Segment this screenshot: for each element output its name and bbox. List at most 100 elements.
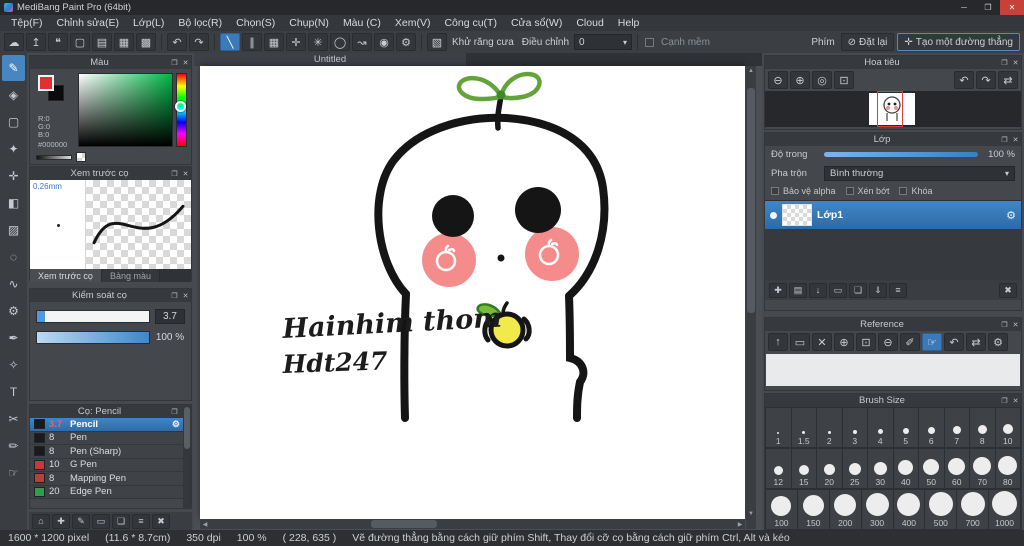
gear-icon[interactable]: ⚙ (1006, 209, 1016, 222)
value-mini-slider[interactable] (36, 154, 72, 160)
ref-eyedropper-icon[interactable]: ✐ (900, 333, 920, 351)
publish-icon[interactable]: ↥ (26, 33, 46, 51)
delete-brush-icon[interactable]: ✖ (152, 513, 170, 529)
snap-curve-icon[interactable]: ↝ (352, 33, 372, 51)
ellipse-select-tool[interactable]: ◌ (2, 244, 25, 270)
pixel-grid-icon[interactable]: ▩ (136, 33, 156, 51)
ref-zoom-out-icon[interactable]: ⊖ (878, 333, 898, 351)
menu-chinh-sua[interactable]: Chỉnh sửa(E) (50, 15, 126, 31)
brush-size-option[interactable]: 8 (970, 408, 995, 447)
ref-hand-icon[interactable]: ☞ (922, 333, 942, 351)
lock-checkbox[interactable] (899, 187, 908, 195)
canvas[interactable]: Hainhim thom Hdt247 (200, 66, 745, 519)
move-layer-down-icon[interactable]: ↓ (809, 282, 827, 298)
menu-tep[interactable]: Tệp(F) (4, 15, 50, 31)
navigator-viewport-rect[interactable] (877, 91, 903, 127)
lasso-tool[interactable]: ∿ (2, 271, 25, 297)
transparency-icon[interactable] (76, 152, 86, 162)
brush-size-option[interactable]: 6 (919, 408, 944, 447)
brush-row[interactable]: 10 G Pen (30, 458, 183, 472)
brush-size-option[interactable]: 50 (919, 449, 944, 488)
close-icon[interactable]: ✕ (180, 290, 191, 301)
brush-folder-icon[interactable]: ▭ (92, 513, 110, 529)
close-icon[interactable]: ✕ (180, 57, 191, 68)
fill-tool[interactable]: ◧ (2, 190, 25, 216)
popout-icon[interactable]: ❐ (999, 319, 1010, 330)
adjust-select[interactable]: 0 ▾ (574, 34, 633, 50)
blend-mode-select[interactable]: Bình thường ▾ (824, 166, 1015, 181)
create-line-button[interactable]: ✛ Tạo một đường thẳng (897, 33, 1020, 51)
brush-size-option[interactable]: 3 (842, 408, 867, 447)
add-layer-icon[interactable]: ✚ (769, 282, 787, 298)
ref-fit-icon[interactable]: ⊡ (856, 333, 876, 351)
brush-menu-icon[interactable]: ≡ (132, 513, 150, 529)
popout-icon[interactable]: ❐ (169, 290, 180, 301)
select-tool[interactable]: ▢ (2, 109, 25, 135)
brush-size-option[interactable]: 20 (817, 449, 842, 488)
brush-size-option[interactable]: 12 (766, 449, 791, 488)
horizontal-scroll-thumb[interactable] (371, 520, 437, 528)
foreground-color-swatch[interactable] (38, 75, 54, 91)
rotate-left-icon[interactable]: ↶ (954, 71, 974, 89)
brush-size-option[interactable]: 4 (868, 408, 893, 447)
flip-icon[interactable]: ⇄ (998, 71, 1018, 89)
brush-opacity-slider[interactable] (36, 331, 150, 344)
clipping-checkbox[interactable] (845, 187, 854, 195)
popout-icon[interactable]: ❐ (169, 57, 180, 68)
zoom-out-icon[interactable]: ⊖ (768, 71, 788, 89)
brush-row[interactable]: 8 Pen (Sharp) (30, 445, 183, 459)
brush-size-option[interactable]: 1 (766, 408, 791, 447)
magic-wand-tool[interactable]: ✦ (2, 136, 25, 162)
brush-size-option[interactable]: 80 (995, 449, 1020, 488)
brush-size-option[interactable]: 1000 (989, 490, 1020, 529)
move-tool[interactable]: ✛ (2, 163, 25, 189)
brush-size-option[interactable]: 500 (925, 490, 957, 529)
layer-folder-icon[interactable]: ▭ (829, 282, 847, 298)
duplicate-brush-icon[interactable]: ❏ (112, 513, 130, 529)
brush-size-option[interactable]: 70 (970, 449, 995, 488)
menu-cloud[interactable]: Cloud (569, 15, 610, 31)
ref-zoom-in-icon[interactable]: ⊕ (834, 333, 854, 351)
brush-row[interactable]: 3.7 Pencil ⚙ (30, 418, 183, 432)
brush-size-option[interactable]: 25 (842, 449, 867, 488)
scroll-left-icon[interactable]: ◀ (200, 519, 210, 529)
layer-visibility-icon[interactable] (770, 211, 777, 219)
ref-close-icon[interactable]: ✕ (812, 333, 832, 351)
menu-cua-so[interactable]: Cửa sổ(W) (504, 15, 569, 31)
gear-icon[interactable]: ⚙ (172, 419, 180, 430)
minimize-button[interactable]: ─ (952, 0, 976, 15)
snap-focus-icon[interactable]: ◉ (374, 33, 394, 51)
scissors-tool[interactable]: ✂ (2, 406, 25, 432)
menu-mau[interactable]: Màu (C) (336, 15, 388, 31)
brush-list-scrollbar[interactable] (183, 405, 191, 508)
snap-parallel-icon[interactable]: ∥ (242, 33, 262, 51)
snap-cross-icon[interactable]: ✛ (286, 33, 306, 51)
close-icon[interactable]: ✕ (1010, 319, 1021, 330)
delete-layer-icon[interactable]: ✖ (999, 282, 1017, 298)
new-doc-icon[interactable]: ▢ (70, 33, 90, 51)
gradient-tool[interactable]: ▨ (2, 217, 25, 243)
menu-lop[interactable]: Lớp(L) (126, 15, 171, 31)
close-button[interactable]: ✕ (1000, 0, 1024, 15)
undo-button[interactable]: ↶ (167, 33, 187, 51)
soft-edge-checkbox[interactable] (645, 37, 655, 47)
cloud-icon[interactable]: ☁ (4, 33, 24, 51)
brush-size-option[interactable]: 60 (944, 449, 969, 488)
close-icon[interactable]: ✕ (1010, 395, 1021, 406)
canvas-vertical-scrollbar[interactable]: ▲ ▼ (746, 66, 756, 519)
brush-size-option[interactable]: 100 (766, 490, 797, 529)
layer-menu-icon[interactable]: ≡ (889, 282, 907, 298)
text-tool[interactable]: T (2, 379, 25, 405)
brush-tool[interactable]: ✎ (2, 55, 25, 81)
snap-off-icon[interactable]: ╲ (220, 33, 240, 51)
fit-screen-icon[interactable]: ⊡ (834, 71, 854, 89)
brush-size-option[interactable]: 200 (829, 490, 861, 529)
brush-row[interactable]: 8 Mapping Pen (30, 472, 183, 486)
eyedropper-tool[interactable]: ✧ (2, 352, 25, 378)
brush-size-option[interactable]: 150 (797, 490, 829, 529)
brush-size-option[interactable]: 30 (868, 449, 893, 488)
scroll-right-icon[interactable]: ▶ (735, 519, 745, 529)
ref-folder-icon[interactable]: ▭ (790, 333, 810, 351)
brush-size-option[interactable]: 10 (995, 408, 1020, 447)
antialias-icon[interactable]: ▧ (427, 33, 447, 51)
